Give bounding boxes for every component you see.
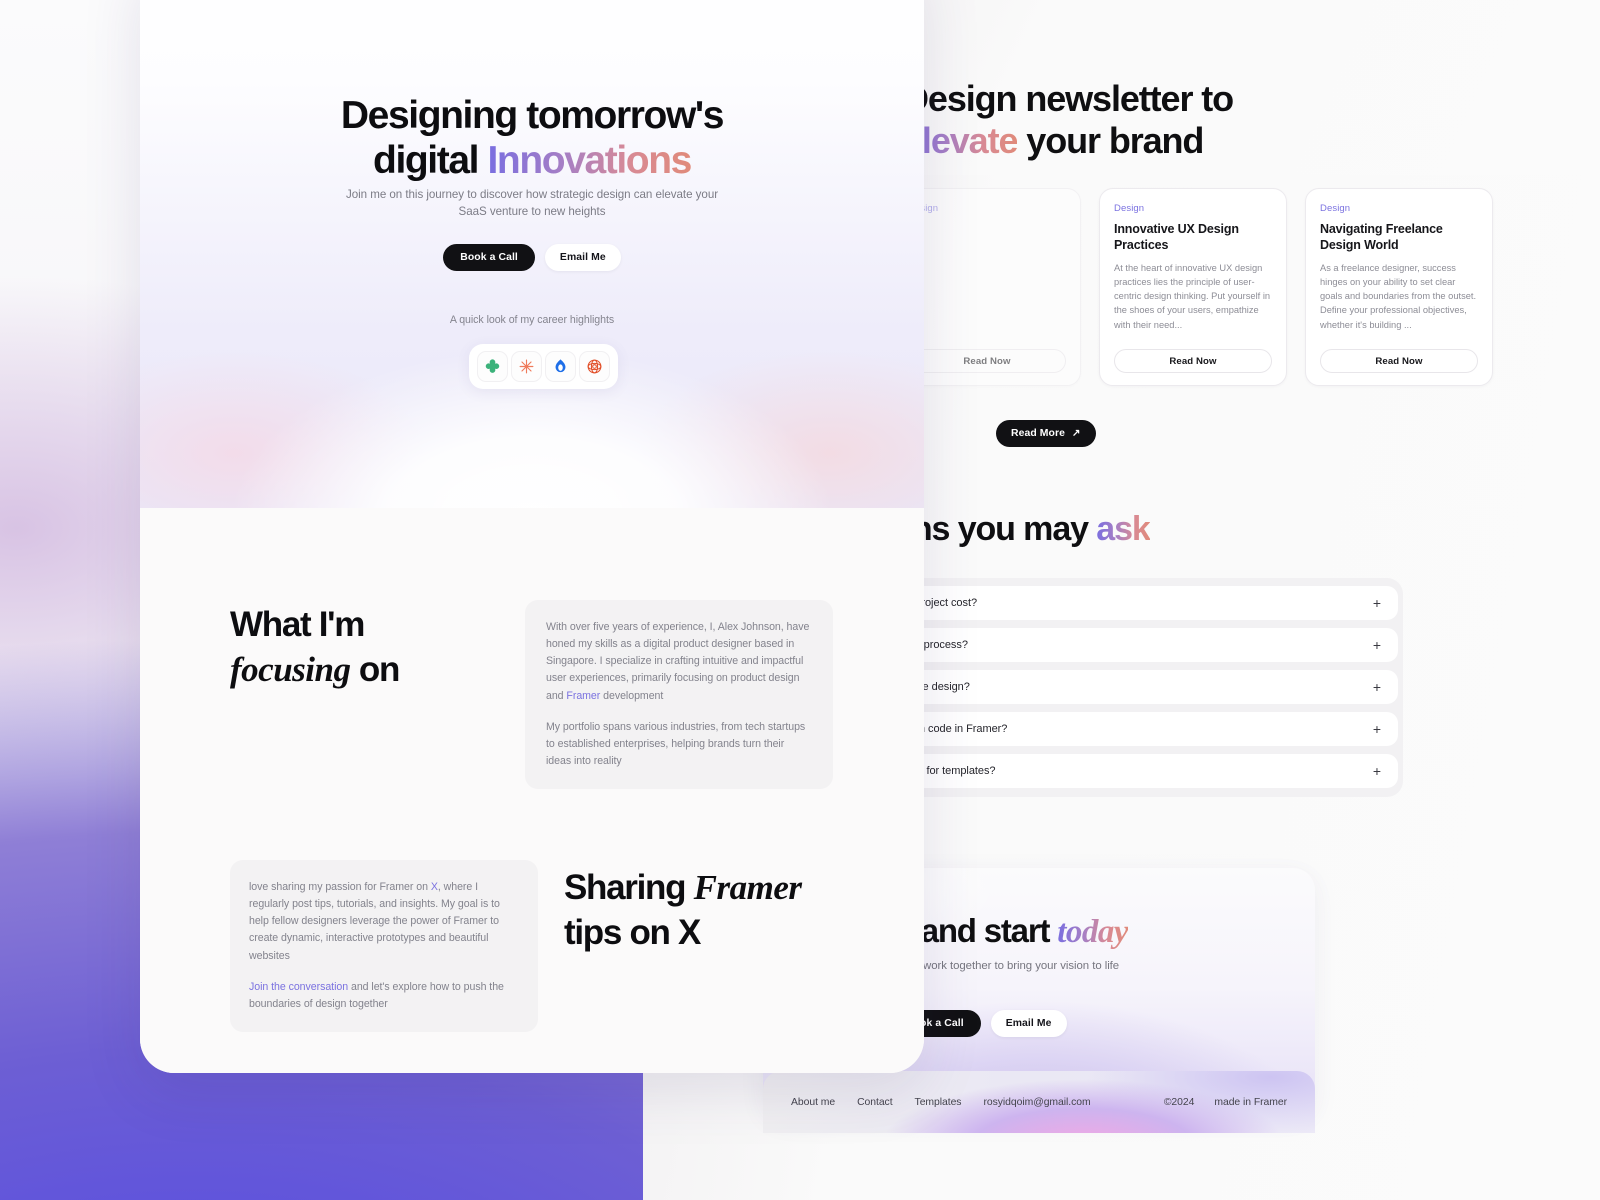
newsletter-title: Design newsletter to elevate your brand xyxy=(903,78,1600,162)
plus-icon[interactable]: + xyxy=(1373,722,1381,736)
sharing-title-part1: Sharing xyxy=(564,868,694,907)
faq-title-accent: ask xyxy=(1096,510,1151,548)
focus-p1-b: development xyxy=(600,689,664,702)
sharing-section-text-card: love sharing my passion for Framer on X,… xyxy=(230,860,538,1033)
footer-link-contact[interactable]: Contact xyxy=(857,1097,893,1108)
framer-link[interactable]: Framer xyxy=(566,690,600,702)
blog-card-category: Design xyxy=(1320,203,1351,214)
plus-icon[interactable]: + xyxy=(1373,638,1381,652)
footer-made-in-prefix: made in xyxy=(1214,1096,1254,1108)
sharing-paragraph-2: Join the conversation and let's explore … xyxy=(249,979,519,1013)
asterisk-logo-icon[interactable] xyxy=(511,351,542,382)
hero-title: Designing tomorrow's digital Innovations xyxy=(140,93,924,183)
read-more-button[interactable]: Read More ↗ xyxy=(996,420,1096,447)
hero-title-line1: Designing tomorrow's xyxy=(340,94,725,137)
sharing-paragraph-1: love sharing my passion for Framer on X,… xyxy=(249,879,519,965)
plus-icon[interactable]: + xyxy=(1373,680,1381,694)
x-link[interactable]: X xyxy=(431,881,438,893)
newsletter-title-rest: your brand xyxy=(1017,119,1204,161)
blog-card[interactable]: Design Innovative UX Design Practices At… xyxy=(1099,188,1287,386)
sharing-title-part2: tips on X xyxy=(564,912,701,952)
read-more-label: Read More xyxy=(1011,428,1066,439)
hero-title-accent: Innovations xyxy=(487,139,693,183)
footer: About me Contact Templates rosyidqoim@gm… xyxy=(763,1071,1315,1133)
blog-card-read-now-button[interactable]: Read Now xyxy=(908,349,1066,373)
focus-title-part2: on xyxy=(350,649,400,689)
hero-book-a-call-button[interactable]: Book a Call xyxy=(443,244,535,271)
footer-framer-link[interactable]: Framer xyxy=(1254,1097,1287,1108)
hero-button-group: Book a Call Email Me xyxy=(140,244,924,271)
footer-email[interactable]: rosyidqoim@gmail.com xyxy=(983,1097,1090,1108)
plus-icon[interactable]: + xyxy=(1373,596,1381,610)
blog-card-list: Design Read Now Design Innovative UX Des… xyxy=(893,188,1493,386)
blog-card-excerpt: As a freelance designer, success hinges … xyxy=(1320,263,1477,330)
focus-title-part1: What I'm xyxy=(230,605,365,644)
blog-card[interactable]: Design Navigating Freelance Design World… xyxy=(1305,188,1493,386)
focus-section-text-card: With over five years of experience, I, A… xyxy=(525,600,833,790)
footer-made-in: made in Framer xyxy=(1214,1097,1287,1108)
sharing-p1-b: , where I regularly post tips, tutorials… xyxy=(249,881,500,962)
cta-title-accent: today xyxy=(1057,914,1129,950)
newsletter-title-line1: Design newsletter to xyxy=(903,78,1234,119)
blog-card-category: Design xyxy=(908,203,1066,214)
cta-email-me-button[interactable]: Email Me xyxy=(990,1010,1067,1037)
sharing-title-italic: Framer xyxy=(693,868,802,907)
blog-card-title: Navigating Freelance Design World xyxy=(1320,222,1443,252)
join-conversation-link[interactable]: Join the conversation xyxy=(249,981,348,993)
footer-link-about-me[interactable]: About me xyxy=(791,1097,835,1108)
blog-card-read-now-button[interactable]: Read Now xyxy=(1320,349,1478,373)
plus-icon[interactable]: + xyxy=(1373,764,1381,778)
hero-subtitle: Join me on this journey to discover how … xyxy=(345,188,719,219)
sharing-p1-a: love sharing my passion for Framer on xyxy=(249,881,431,893)
blog-card-read-now-button[interactable]: Read Now xyxy=(1114,349,1272,373)
droplet-logo-icon[interactable] xyxy=(545,351,576,382)
hero-title-line2-plain: digital xyxy=(373,139,488,183)
footer-links: About me Contact Templates rosyidqoim@gm… xyxy=(791,1097,1091,1108)
flower-logo-icon[interactable] xyxy=(579,351,610,382)
blog-card-excerpt xyxy=(908,229,1066,341)
footer-link-templates[interactable]: Templates xyxy=(915,1097,962,1108)
career-highlights-label: A quick look of my career highlights xyxy=(449,314,615,326)
left-preview-panel: Designing tomorrow's digital Innovations… xyxy=(140,0,924,1073)
career-logo-strip xyxy=(469,344,618,389)
blog-card-category: Design xyxy=(1114,203,1145,214)
arrow-up-right-icon: ↗ xyxy=(1072,428,1081,439)
left-panel-lower: What I'm focusing on With over five year… xyxy=(140,508,924,1073)
focus-paragraph-1: With over five years of experience, I, A… xyxy=(546,619,812,705)
footer-meta: ©2024 made in Framer xyxy=(1164,1097,1287,1108)
hero-email-me-button[interactable]: Email Me xyxy=(544,244,621,271)
focus-paragraph-2: My portfolio spans various industries, f… xyxy=(546,720,806,768)
blog-card-excerpt: At the heart of innovative UX design pra… xyxy=(1114,263,1271,330)
blog-card-title: Innovative UX Design Practices xyxy=(1114,222,1239,252)
focus-title-italic: focusing xyxy=(230,649,351,689)
footer-copyright: ©2024 xyxy=(1163,1096,1195,1108)
clover-logo-icon[interactable] xyxy=(477,351,508,382)
sharing-section-title: Sharing Framer tips on X xyxy=(564,866,894,956)
